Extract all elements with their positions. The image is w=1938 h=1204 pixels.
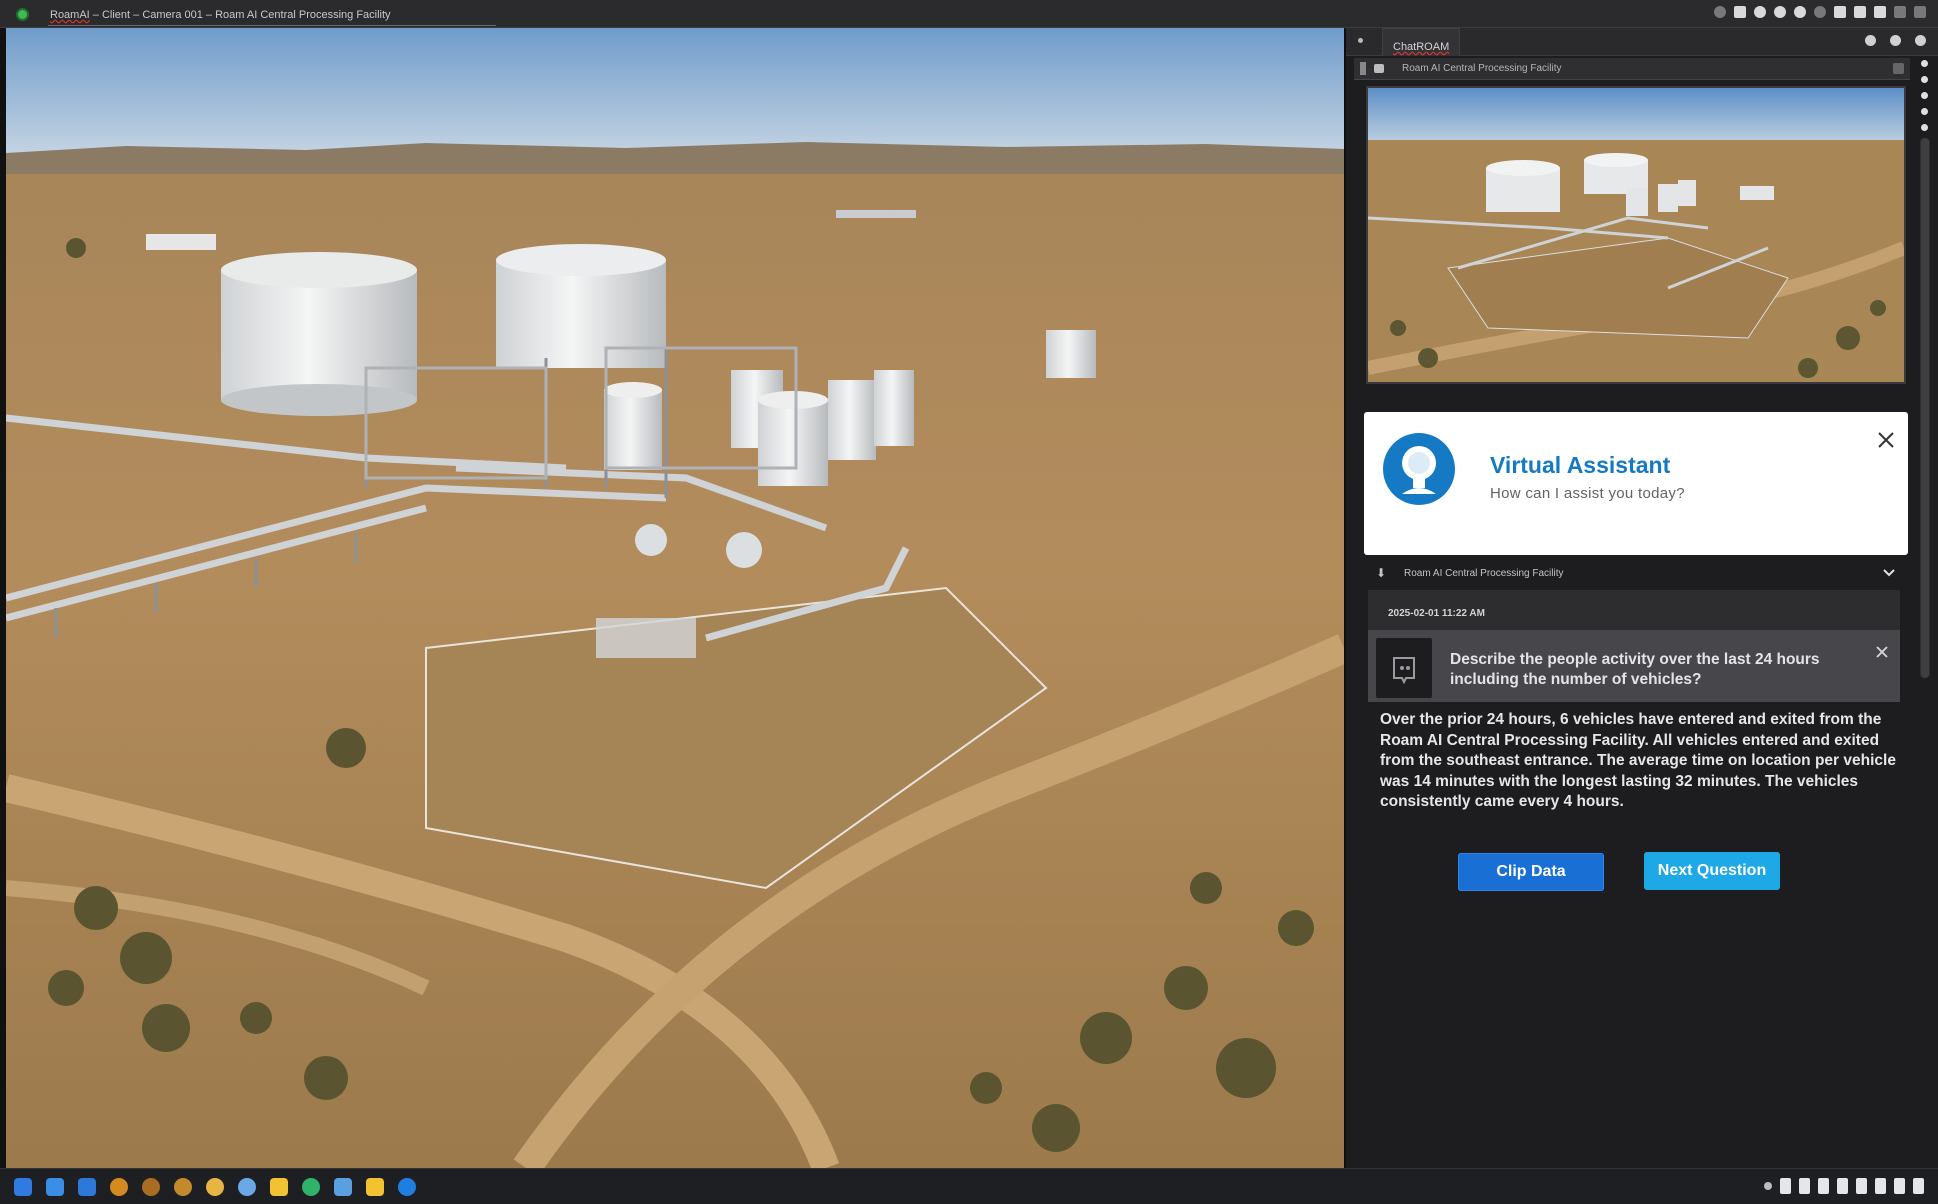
shield-icon[interactable] xyxy=(1865,35,1876,46)
clock-icon[interactable] xyxy=(1894,1178,1905,1194)
camera-icon xyxy=(1374,64,1384,73)
side-tool-1-icon[interactable] xyxy=(1920,60,1928,67)
app-5-icon[interactable] xyxy=(206,1178,224,1196)
assistant-subtitle: How can I assist you today? xyxy=(1490,485,1685,502)
app-3-icon[interactable] xyxy=(142,1178,160,1196)
browser-icon[interactable] xyxy=(398,1178,416,1196)
camera-icon[interactable] xyxy=(1794,6,1806,18)
tray-2-icon[interactable] xyxy=(1799,1178,1810,1194)
tab-chatroam[interactable]: ChatROAM xyxy=(1382,28,1461,56)
timestamp-bar: 2025-02-01 11:22 AM xyxy=(1368,590,1900,634)
assistant-title: Virtual Assistant xyxy=(1490,452,1671,478)
tray-4-icon[interactable] xyxy=(1837,1178,1848,1194)
split-icon[interactable] xyxy=(1854,6,1866,18)
side-tool-5-icon[interactable] xyxy=(1920,124,1928,131)
side-tool-2-icon[interactable] xyxy=(1920,76,1928,83)
camera-thumbnail[interactable] xyxy=(1366,86,1906,384)
layout-icon[interactable] xyxy=(1734,6,1746,18)
status-icon[interactable] xyxy=(1754,6,1766,18)
camera-feed[interactable] xyxy=(6,28,1344,1168)
download-icon[interactable]: ⬇ xyxy=(1376,566,1386,580)
app-7-icon[interactable] xyxy=(302,1178,320,1196)
camera-feed-image xyxy=(6,28,1344,1168)
side-tool-3-icon[interactable] xyxy=(1920,92,1928,99)
folder-icon[interactable] xyxy=(366,1178,384,1196)
tab-chatroam-label: ChatROAM xyxy=(1393,41,1450,53)
system-tray xyxy=(1764,1178,1924,1194)
settings-icon[interactable] xyxy=(1814,6,1826,18)
side-toolbar xyxy=(1918,60,1930,131)
expand-icon[interactable] xyxy=(1890,35,1901,46)
subheader-close-icon[interactable] xyxy=(1893,63,1904,74)
window-title-rest: – Client – Camera 001 – Roam AI Central … xyxy=(89,9,391,21)
virtual-assistant-card: Virtual Assistant How can I assist you t… xyxy=(1364,412,1908,555)
assistant-face-icon xyxy=(1376,638,1432,698)
clip-data-button[interactable]: Clip Data xyxy=(1458,853,1604,891)
chat-site-label: Roam AI Central Processing Facility xyxy=(1404,568,1564,579)
camera-subheader: Roam AI Central Processing Facility xyxy=(1354,58,1910,80)
taskbar-apps xyxy=(14,1178,416,1196)
app-icon[interactable] xyxy=(16,8,29,21)
window-tray-icons xyxy=(1714,6,1926,18)
notes-icon[interactable] xyxy=(270,1178,288,1196)
grid-icon[interactable] xyxy=(1834,6,1846,18)
minimize-icon[interactable] xyxy=(1894,6,1906,18)
panel-scrollbar-thumb[interactable] xyxy=(1921,138,1929,678)
app-4-icon[interactable] xyxy=(174,1178,192,1196)
app-6-icon[interactable] xyxy=(238,1178,256,1196)
chat-timestamp: 2025-02-01 11:22 AM xyxy=(1388,608,1485,619)
shield-app-icon[interactable] xyxy=(78,1178,96,1196)
panel-header-icons xyxy=(1865,35,1926,46)
tray-7-icon[interactable] xyxy=(1913,1178,1924,1194)
app-1-icon[interactable] xyxy=(46,1178,64,1196)
assistant-avatar-icon xyxy=(1383,433,1455,505)
record-icon[interactable] xyxy=(1774,6,1786,18)
title-divider xyxy=(48,25,496,26)
window-title: RoamAI – Client – Camera 001 – Roam AI C… xyxy=(50,9,391,21)
chat-header: ⬇ Roam AI Central Processing Facility xyxy=(1364,558,1920,588)
camera-subheader-label: Roam AI Central Processing Facility xyxy=(1402,63,1562,74)
assistant-close-icon[interactable] xyxy=(1874,428,1898,452)
tray-3-icon[interactable] xyxy=(1818,1178,1829,1194)
side-tool-4-icon[interactable] xyxy=(1920,108,1928,115)
start-icon[interactable] xyxy=(14,1178,32,1196)
tray-5-icon[interactable] xyxy=(1856,1178,1867,1194)
panel-menu-icon[interactable] xyxy=(1915,35,1926,46)
answer-text: Over the prior 24 hours, 6 vehicles have… xyxy=(1380,711,1896,810)
drag-handle-icon[interactable] xyxy=(1360,62,1366,75)
window-close-icon[interactable] xyxy=(1914,6,1926,18)
next-question-button[interactable]: Next Question xyxy=(1644,852,1780,890)
fullscreen-icon[interactable] xyxy=(1874,6,1886,18)
taskbar xyxy=(0,1168,1938,1204)
window-title-brand: RoamAI xyxy=(50,9,90,21)
question-close-icon[interactable] xyxy=(1872,642,1892,662)
wifi-icon[interactable] xyxy=(1764,1182,1772,1190)
tray-6-icon[interactable] xyxy=(1875,1178,1886,1194)
assistant-panel: ChatROAM Roam AI Central Processing Faci… xyxy=(1344,28,1938,1168)
tray-1-icon[interactable] xyxy=(1780,1178,1791,1194)
app-8-icon[interactable] xyxy=(334,1178,352,1196)
camera-thumbnail-image xyxy=(1368,88,1904,382)
pin-icon[interactable] xyxy=(1358,38,1363,43)
app-2-icon[interactable] xyxy=(110,1178,128,1196)
question-bubble: Describe the people activity over the la… xyxy=(1368,630,1900,702)
user-icon[interactable] xyxy=(1714,6,1726,18)
chevron-down-icon[interactable] xyxy=(1880,564,1898,582)
panel-header: ChatROAM xyxy=(1346,28,1938,56)
window-titlebar: RoamAI – Client – Camera 001 – Roam AI C… xyxy=(0,0,1938,28)
question-text: Describe the people activity over the la… xyxy=(1450,651,1820,688)
panel-scrollbar[interactable] xyxy=(1920,138,1930,678)
